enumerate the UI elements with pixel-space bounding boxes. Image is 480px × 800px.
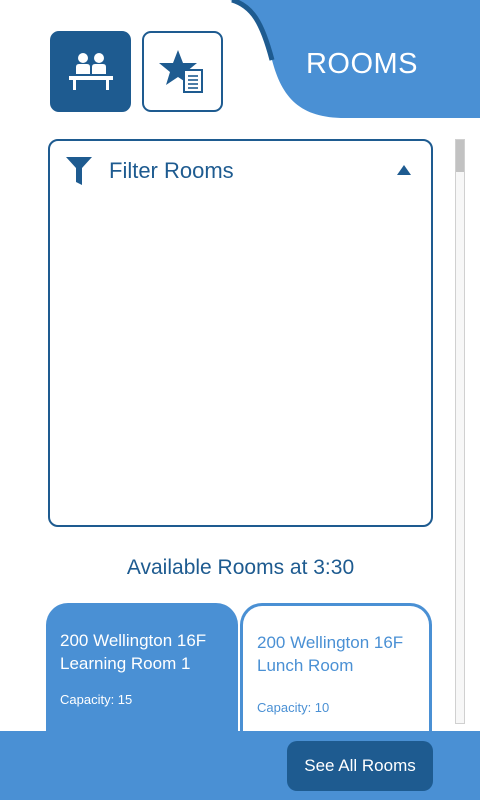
see-all-rooms-button[interactable]: See All Rooms: [287, 741, 433, 791]
funnel-icon: [66, 157, 92, 185]
room-capacity: Capacity: 15: [60, 692, 133, 707]
collapse-arrow-up-icon[interactable]: [397, 165, 411, 175]
meeting-room-icon: [68, 52, 113, 90]
room-capacity: Capacity: 10: [257, 700, 330, 715]
favorites-list-icon: [158, 49, 203, 93]
room-name: 200 Wellington 16F Lunch Room: [257, 633, 404, 675]
available-rooms-heading: Available Rooms at 3:30: [126, 556, 355, 579]
page-title: ROOMS: [305, 48, 419, 80]
room-name: 200 Wellington 16F Learning Room 1: [60, 631, 207, 673]
meeting-rooms-tab-button[interactable]: [50, 31, 131, 112]
scrollbar[interactable]: [455, 139, 465, 724]
filter-rooms-toggle[interactable]: Filter Rooms: [50, 141, 431, 199]
favorite-rooms-tab-button[interactable]: [142, 31, 223, 112]
filter-rooms-label: Filter Rooms: [109, 158, 234, 183]
scrollbar-thumb[interactable]: [456, 140, 464, 172]
filter-panel: Filter Rooms: [48, 139, 433, 527]
